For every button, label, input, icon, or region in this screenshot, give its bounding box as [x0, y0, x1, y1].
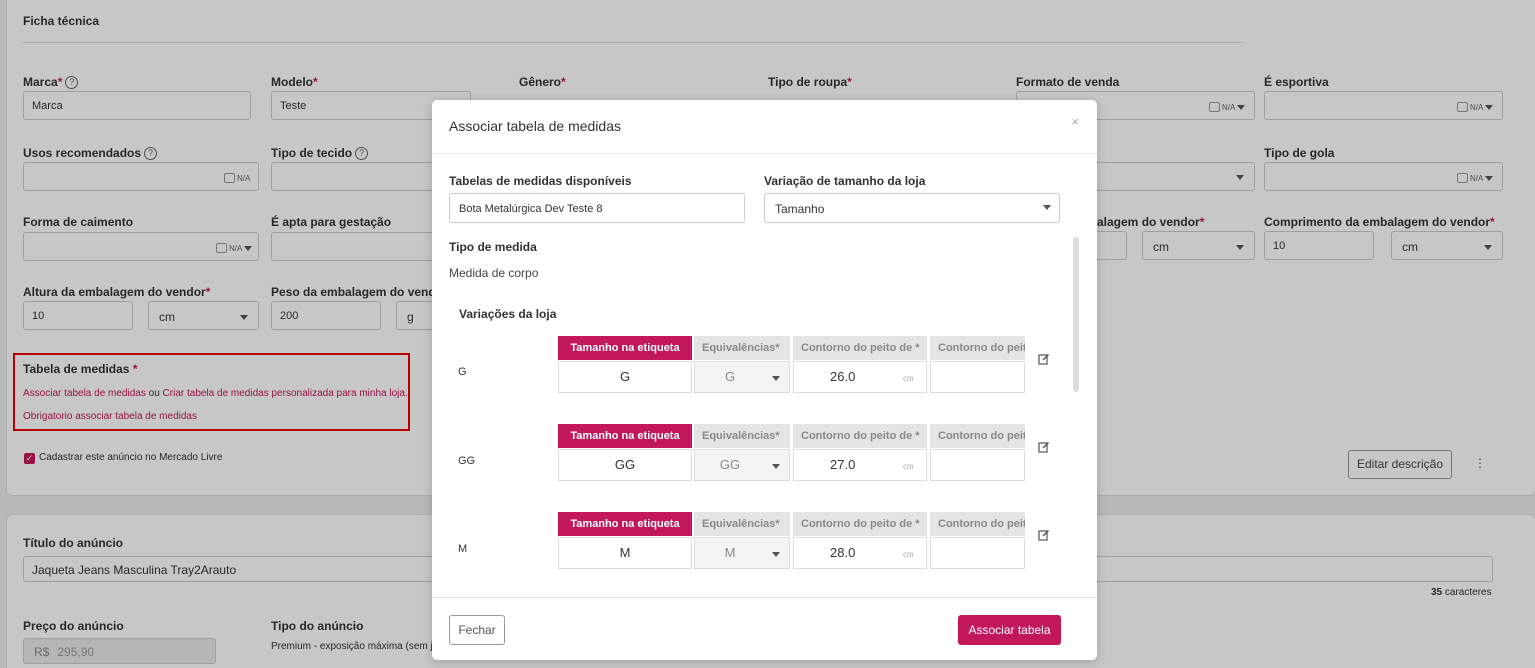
- unit-label: cm: [903, 374, 914, 383]
- modal-footer-divider: [432, 597, 1097, 598]
- variation-name: M: [458, 543, 468, 555]
- variation-row: GG Tamanho na etiqueta Equivalências* Co…: [432, 424, 1097, 484]
- etiqueta-cell[interactable]: GG: [558, 449, 692, 481]
- header-contorno-peito-2: Contorno do peito: [930, 512, 1025, 536]
- etiqueta-cell[interactable]: M: [558, 537, 692, 569]
- caret-down-icon: [772, 552, 780, 557]
- caret-down-icon: [772, 464, 780, 469]
- contorno-input-2[interactable]: [930, 537, 1025, 569]
- variation-row: G Tamanho na etiqueta Equivalências* Con…: [432, 336, 1097, 396]
- header-tamanho-etiqueta: Tamanho na etiqueta: [558, 336, 692, 360]
- tipo-medida-label: Tipo de medida: [449, 240, 537, 254]
- header-contorno-peito-2: Contorno do peito: [930, 424, 1025, 448]
- variation-name: G: [458, 366, 467, 378]
- variacao-tamanho-label: Variação de tamanho da loja: [764, 174, 926, 188]
- unit-label: cm: [903, 550, 914, 559]
- header-equivalencias: Equivalências*: [694, 512, 790, 536]
- header-contorno-peito: Contorno do peito de *: [793, 424, 927, 448]
- header-equivalencias: Equivalências*: [694, 336, 790, 360]
- contorno-input-2[interactable]: [930, 361, 1025, 393]
- tabelas-disponiveis-input[interactable]: Bota Metalúrgica Dev Teste 8: [449, 193, 745, 223]
- close-icon[interactable]: ×: [1071, 114, 1079, 129]
- etiqueta-cell[interactable]: G: [558, 361, 692, 393]
- associar-tabela-modal: Associar tabela de medidas × Tabelas de …: [432, 100, 1097, 660]
- header-tamanho-etiqueta: Tamanho na etiqueta: [558, 424, 692, 448]
- fechar-button[interactable]: Fechar: [449, 615, 505, 645]
- header-contorno-peito-2: Contorno do peito: [930, 336, 1025, 360]
- variation-row: M Tamanho na etiqueta Equivalências* Con…: [432, 512, 1097, 572]
- unit-label: cm: [903, 462, 914, 471]
- variacoes-loja-label: Variações da loja: [459, 307, 557, 321]
- edit-icon[interactable]: [1038, 353, 1050, 365]
- header-contorno-peito: Contorno do peito de *: [793, 336, 927, 360]
- variacao-tamanho-select[interactable]: Tamanho: [764, 193, 1060, 223]
- header-equivalencias: Equivalências*: [694, 424, 790, 448]
- tipo-medida-value: Medida de corpo: [449, 266, 539, 280]
- modal-header-divider: [432, 153, 1097, 154]
- variation-name: GG: [458, 455, 476, 467]
- scroll-clip: [432, 570, 1097, 600]
- contorno-input-2[interactable]: [930, 449, 1025, 481]
- edit-icon[interactable]: [1038, 441, 1050, 453]
- modal-title: Associar tabela de medidas: [449, 118, 621, 134]
- caret-down-icon: [772, 376, 780, 381]
- associar-tabela-button[interactable]: Associar tabela: [958, 615, 1061, 645]
- header-contorno-peito: Contorno do peito de *: [793, 512, 927, 536]
- tabelas-disponiveis-label: Tabelas de medidas disponíveis: [449, 174, 632, 188]
- caret-down-icon: [1043, 205, 1051, 210]
- header-tamanho-etiqueta: Tamanho na etiqueta: [558, 512, 692, 536]
- edit-icon[interactable]: [1038, 529, 1050, 541]
